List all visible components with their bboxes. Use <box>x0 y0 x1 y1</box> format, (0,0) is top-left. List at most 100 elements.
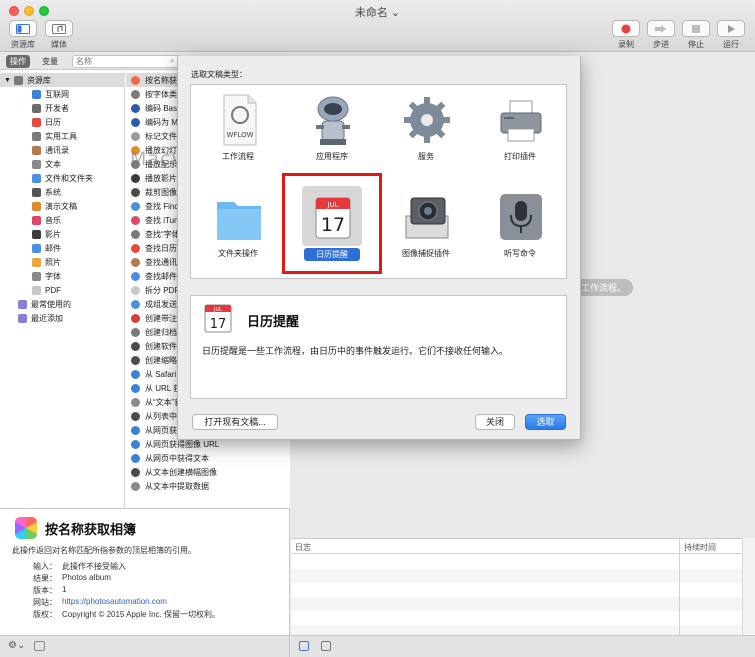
sidebar-smart-group[interactable]: 最近添加 <box>0 311 125 325</box>
action-item[interactable]: 从文本中提取数据 <box>126 479 290 493</box>
pdf-icon <box>32 285 41 295</box>
type-image-capture-plugin[interactable]: 图像捕捉插件 <box>379 182 473 277</box>
action-icon <box>131 327 140 337</box>
type-folder-action[interactable]: 文件夹操作 <box>191 182 285 277</box>
action-icon <box>131 397 140 407</box>
sidebar-smart-group[interactable]: 最常使用的 <box>0 297 125 311</box>
sidebar-category-item[interactable]: 音乐 <box>0 213 125 227</box>
sidebar-category-item[interactable]: 字体 <box>0 269 125 283</box>
media-button[interactable] <box>45 20 73 37</box>
duration-column-header[interactable]: 持续时间 <box>684 542 716 553</box>
action-description-panel: 按名称获取相簿 此操作返回对名称匹配所指参数的顶层相簿的引用。 输入： 此操作不接… <box>0 508 290 635</box>
action-label: 从文本创建横幅图像 <box>145 467 217 477</box>
run-button[interactable] <box>717 20 745 37</box>
action-label: 从文本中提取数据 <box>145 481 209 491</box>
action-icon <box>131 89 140 99</box>
action-item[interactable]: 从网页中获得文本 <box>126 451 290 465</box>
sidebar-category-item[interactable]: PDF <box>0 283 125 297</box>
open-existing-button[interactable]: 打开现有文稿... <box>192 414 278 430</box>
gear-icon[interactable]: ⚙︎⌄ <box>8 640 25 651</box>
search-icon: ⌕ <box>170 56 175 65</box>
action-title: 按名称获取相簿 <box>45 522 137 537</box>
sidebar-category-item[interactable]: 照片 <box>0 255 125 269</box>
workflow-document-icon: WFLOW <box>223 94 257 146</box>
action-icon <box>131 75 140 85</box>
field-key: 网站： <box>33 598 57 607</box>
tab-actions[interactable]: 操作 <box>6 55 30 68</box>
smart-group-label: 最近添加 <box>31 313 63 323</box>
library-label: 资源库 <box>11 40 35 49</box>
disclosure-triangle-icon[interactable]: ▼ <box>4 77 11 84</box>
type-dictation-command[interactable]: 听写命令 <box>473 182 567 277</box>
close-button[interactable]: 关闭 <box>475 414 515 430</box>
record-icon <box>621 24 631 33</box>
type-workflow[interactable]: WFLOW 工作流程 <box>191 85 285 180</box>
sidebar-category-item[interactable]: 通讯录 <box>0 143 125 157</box>
category-label: 音乐 <box>45 215 61 225</box>
log-row <box>291 569 742 583</box>
finder-icon <box>32 173 41 183</box>
workflow-scrollbar[interactable] <box>742 538 755 635</box>
action-icon <box>131 481 140 491</box>
action-icon <box>131 467 140 477</box>
category-label: 影片 <box>45 229 61 239</box>
library-root[interactable]: ▼ 资源库 <box>0 73 125 87</box>
log-row <box>291 597 742 611</box>
type-info-panel: JUL 17 日历提醒 日历提醒是一些工作流程，由日历中的事件触发运行。它们不接… <box>190 295 567 399</box>
sidebar-category-item[interactable]: 邮件 <box>0 241 125 255</box>
log-header: 日志 持续时间 <box>291 539 742 554</box>
category-label: 文本 <box>45 159 61 169</box>
sidebar-category-item[interactable]: 开发者 <box>0 101 125 115</box>
step-button[interactable] <box>647 20 675 37</box>
type-label: 应用程序 <box>316 152 348 161</box>
tab-variables[interactable]: 变量 <box>38 55 62 68</box>
sidebar-icon <box>16 23 30 34</box>
action-icon <box>131 243 140 253</box>
svg-text:17: 17 <box>210 317 227 332</box>
category-label: 系统 <box>45 187 61 197</box>
action-item[interactable]: 从文本创建横幅图像 <box>126 465 290 479</box>
choose-button[interactable]: 选取 <box>525 414 566 430</box>
split-view-icon[interactable] <box>321 641 331 651</box>
list-view-icon[interactable] <box>299 641 309 651</box>
workflow-hint: 工作流程。 <box>574 279 634 296</box>
type-info-description: 日历提醒是一些工作流程，由日历中的事件触发运行。它们不接收任何输入。 <box>202 346 509 356</box>
sidebar-category-item[interactable]: 日历 <box>0 115 125 129</box>
sidebar-category-item[interactable]: 影片 <box>0 227 125 241</box>
log-panel: 日志 持续时间 <box>291 538 742 639</box>
type-label: 打印插件 <box>504 152 536 161</box>
system-icon <box>32 187 41 197</box>
action-label: 播放影片 <box>145 173 177 183</box>
sidebar-category-item[interactable]: 演示文稿 <box>0 199 125 213</box>
sidebar-category-item[interactable]: 系统 <box>0 185 125 199</box>
window-title[interactable]: 未命名 ⌄ <box>0 4 755 20</box>
sidebar-category-item[interactable]: 实用工具 <box>0 129 125 143</box>
type-service[interactable]: 服务 <box>379 85 473 180</box>
library-category-list[interactable]: ▼ 资源库 互联网开发者日历 实用工具 通讯录文本文件和文件夹系统演示文稿音乐影片邮件照… <box>0 71 125 508</box>
library-toggle-button[interactable] <box>9 20 37 37</box>
presentation-icon <box>32 201 41 211</box>
sidebar-category-item[interactable]: 文件和文件夹 <box>0 171 125 185</box>
type-label: 听写命令 <box>504 249 536 258</box>
log-row <box>291 611 742 625</box>
type-print-plugin[interactable]: 打印插件 <box>473 85 567 180</box>
log-column-header[interactable]: 日志 <box>295 542 311 553</box>
action-icon <box>131 117 140 127</box>
action-label: 标记文件 <box>145 131 177 141</box>
category-label: 开发者 <box>45 103 69 113</box>
sidebar-category-item[interactable]: 互联网 <box>0 87 125 101</box>
stop-button[interactable] <box>682 20 710 37</box>
sidebar-category-item[interactable]: 文本 <box>0 157 125 171</box>
log-statusbar <box>291 635 755 657</box>
gear-icon <box>404 97 450 143</box>
panel-toggle-icon[interactable] <box>34 641 45 651</box>
log-row <box>291 583 742 597</box>
choose-document-type-sheet: 选取文稿类型： WFLOW 工作流程 应用程序 服务 打印插件 文件夹操作 JU… <box>177 56 581 440</box>
play-icon <box>728 24 735 33</box>
search-input[interactable] <box>72 55 182 68</box>
field-key: 版权： <box>33 610 57 619</box>
type-application[interactable]: 应用程序 <box>285 85 379 180</box>
field-key: 输入： <box>33 562 57 571</box>
website-link[interactable]: https://photosautomation.com <box>62 597 167 606</box>
record-button[interactable] <box>612 20 640 37</box>
